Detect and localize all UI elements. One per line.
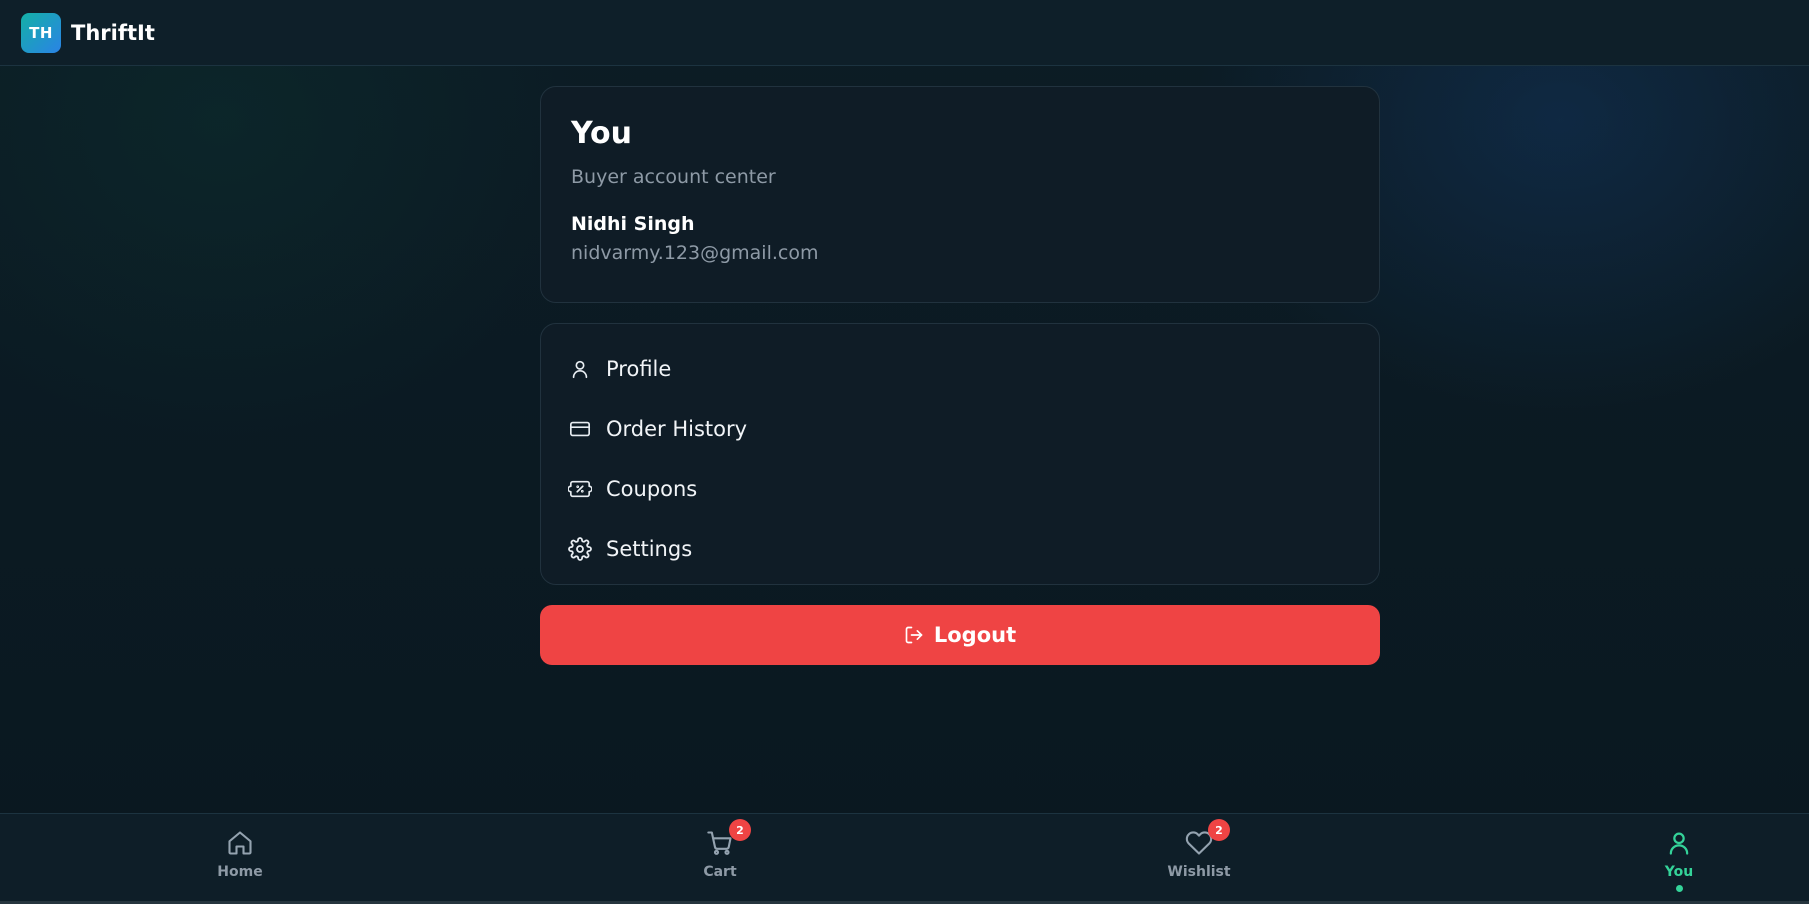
user-icon: [567, 356, 593, 382]
page-title: You: [571, 116, 632, 151]
menu-item-coupons[interactable]: Coupons: [541, 459, 1379, 519]
brand-name[interactable]: ThriftIt: [71, 21, 155, 45]
app-logo[interactable]: TH: [21, 12, 61, 53]
top-bar: TH ThriftIt: [0, 0, 1809, 66]
heart-icon: 2: [1184, 819, 1230, 858]
menu-item-label: Coupons: [606, 477, 698, 501]
menu-item-label: Order History: [606, 417, 748, 441]
nav-home[interactable]: Home: [180, 828, 300, 880]
nav-label: Home: [217, 864, 263, 880]
wishlist-count-badge: 2: [1208, 819, 1230, 841]
nav-label: Wishlist: [1167, 864, 1231, 880]
logout-icon: [904, 625, 924, 645]
nav-label: You: [1664, 864, 1694, 880]
bottom-nav: Home 2 Cart 2 Wishlist You: [0, 813, 1809, 901]
cart-icon: 2: [705, 819, 751, 858]
nav-label: Cart: [703, 864, 737, 880]
account-card: You Buyer account center Nidhi Singh nid…: [540, 86, 1380, 303]
nav-wishlist[interactable]: 2 Wishlist: [1139, 819, 1259, 880]
menu-item-label: Settings: [606, 537, 693, 561]
logout-button[interactable]: Logout: [540, 605, 1380, 665]
user-name: Nidhi Singh: [571, 213, 695, 235]
menu-item-label: Profile: [606, 357, 672, 381]
user-email: nidvarmy.123@gmail.com: [571, 242, 819, 264]
account-menu: Profile Order History Coupons Settings: [540, 323, 1380, 585]
menu-item-profile[interactable]: Profile: [541, 339, 1379, 399]
menu-item-settings[interactable]: Settings: [541, 519, 1379, 579]
active-indicator: [1675, 885, 1683, 892]
credit-card-icon: [567, 416, 593, 442]
logout-label: Logout: [933, 623, 1017, 647]
page-subtitle: Buyer account center: [571, 166, 776, 188]
nav-you[interactable]: You: [1619, 828, 1739, 892]
menu-item-order-history[interactable]: Order History: [541, 399, 1379, 459]
cart-count-badge: 2: [729, 819, 751, 841]
user-icon: [1664, 828, 1694, 858]
ticket-percent-icon: [567, 476, 593, 502]
gear-icon: [567, 536, 593, 562]
home-icon: [225, 828, 255, 858]
nav-cart[interactable]: 2 Cart: [660, 819, 780, 880]
